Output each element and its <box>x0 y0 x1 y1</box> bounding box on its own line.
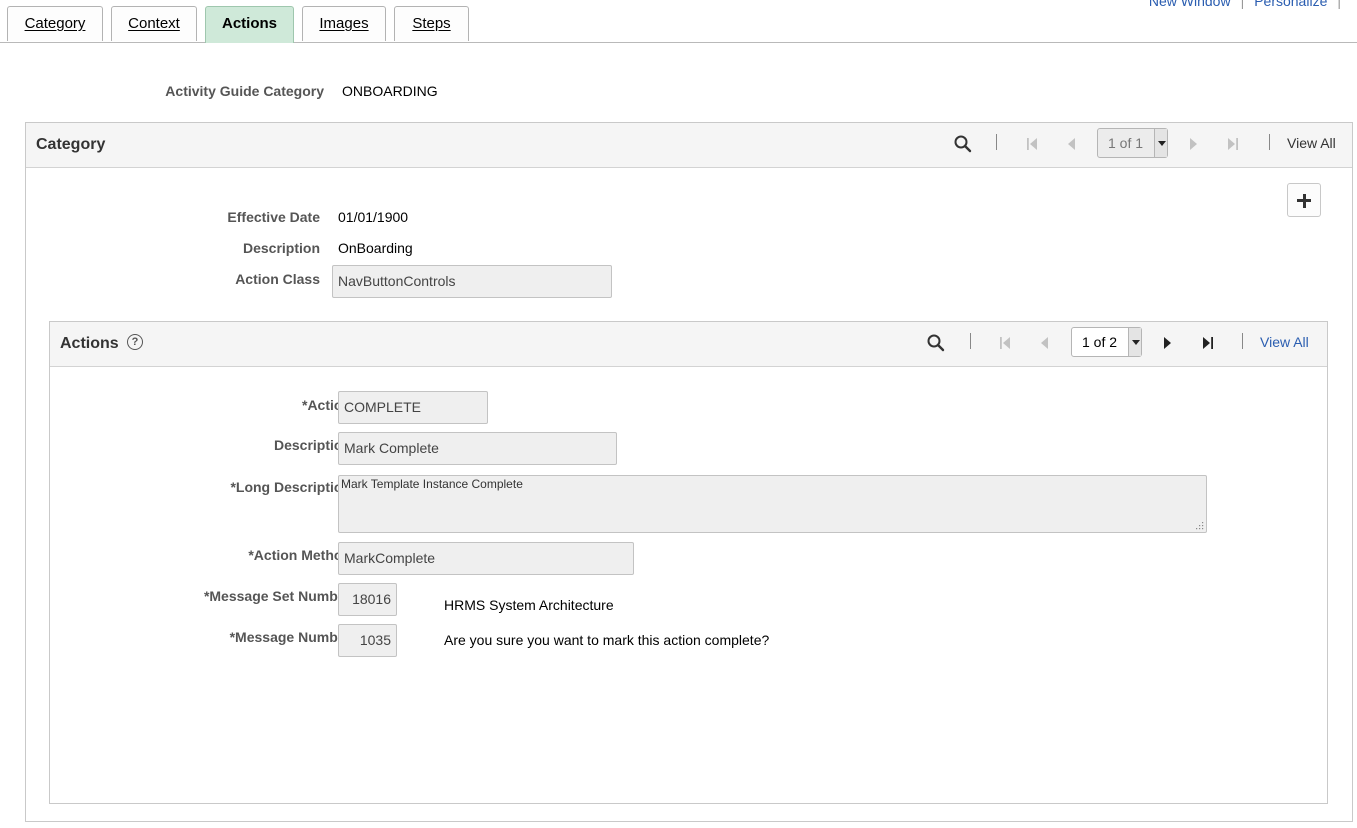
message-set-description: HRMS System Architecture <box>444 597 614 613</box>
actions-pager-text: 1 of 2 <box>1082 334 1118 350</box>
action-field[interactable]: COMPLETE <box>338 391 488 424</box>
effective-date-label: Effective Date <box>227 209 320 225</box>
message-text: Are you sure you want to mark this actio… <box>444 632 770 648</box>
search-icon[interactable] <box>953 134 973 154</box>
help-icon[interactable]: ? <box>127 334 143 350</box>
actions-view-all-link[interactable]: View All <box>1260 334 1309 350</box>
chevron-down-icon <box>1154 129 1167 157</box>
category-description-value: OnBoarding <box>338 240 413 256</box>
actions-title: Actions <box>60 335 119 352</box>
category-group: Category 1 of 1 View All Effective Date … <box>25 122 1353 822</box>
actions-pager[interactable]: 1 of 2 <box>1071 327 1142 357</box>
previous-page-icon <box>1041 337 1048 349</box>
tab-images[interactable]: Images <box>302 6 386 41</box>
long-description-textarea[interactable]: Mark Template Instance Complete <box>338 475 1207 533</box>
add-row-button[interactable] <box>1287 183 1321 217</box>
last-page-icon[interactable] <box>1198 333 1218 353</box>
category-description-label: Description <box>242 240 320 256</box>
category-view-all: View All <box>1287 135 1336 151</box>
last-page-icon <box>1228 138 1238 150</box>
header-links: New Window | Personalize | <box>1149 0 1351 9</box>
actions-header: Actions ? 1 of 2 View All <box>50 322 1327 367</box>
resize-grip-icon[interactable] <box>1196 522 1204 530</box>
action-description-field[interactable]: Mark Complete <box>338 432 617 465</box>
message-set-number-field[interactable]: 18016 <box>338 583 397 616</box>
next-page-icon[interactable] <box>1157 333 1177 353</box>
personalize-link[interactable]: Personalize <box>1254 0 1327 9</box>
action-method-field[interactable]: MarkComplete <box>338 542 634 575</box>
action-method-label: *Action Method <box>248 547 351 563</box>
category-pager: 1 of 1 <box>1097 128 1168 158</box>
search-icon[interactable] <box>926 333 946 353</box>
effective-date-value: 01/01/1900 <box>338 209 409 225</box>
next-page-icon <box>1190 138 1197 150</box>
message-number-field[interactable]: 1035 <box>338 624 397 657</box>
tab-baseline <box>0 42 1357 43</box>
category-pager-text: 1 of 1 <box>1108 135 1144 151</box>
action-class-field[interactable]: NavButtonControls <box>332 265 612 298</box>
link-separator: | <box>1240 0 1245 9</box>
category-header: Category 1 of 1 View All <box>26 123 1352 168</box>
long-description-text: Mark Template Instance Complete <box>341 477 523 491</box>
first-page-icon <box>1027 138 1037 150</box>
previous-page-icon <box>1068 138 1075 150</box>
long-description-label: *Long Description <box>230 479 351 495</box>
separator <box>996 134 997 150</box>
chevron-down-icon[interactable] <box>1128 328 1141 356</box>
tab-steps[interactable]: Steps <box>394 6 469 41</box>
tab-category[interactable]: Category <box>7 6 103 41</box>
separator <box>1242 333 1243 349</box>
separator <box>1269 134 1270 150</box>
action-class-label: Action Class <box>235 271 320 287</box>
actions-group: Actions ? 1 of 2 View All *Action COMPLE… <box>49 321 1328 804</box>
link-separator: | <box>1337 0 1341 9</box>
category-title: Category <box>36 136 106 153</box>
new-window-link[interactable]: New Window <box>1149 0 1231 9</box>
activity-guide-category-value: ONBOARDING <box>342 83 438 99</box>
separator <box>970 333 971 349</box>
first-page-icon <box>1000 337 1010 349</box>
message-number-label: *Message Number <box>229 629 351 645</box>
tab-actions[interactable]: Actions <box>205 6 294 43</box>
tab-context[interactable]: Context <box>111 6 197 41</box>
activity-guide-category-label: Activity Guide Category <box>165 83 324 99</box>
message-set-number-label: *Message Set Number <box>203 588 351 604</box>
